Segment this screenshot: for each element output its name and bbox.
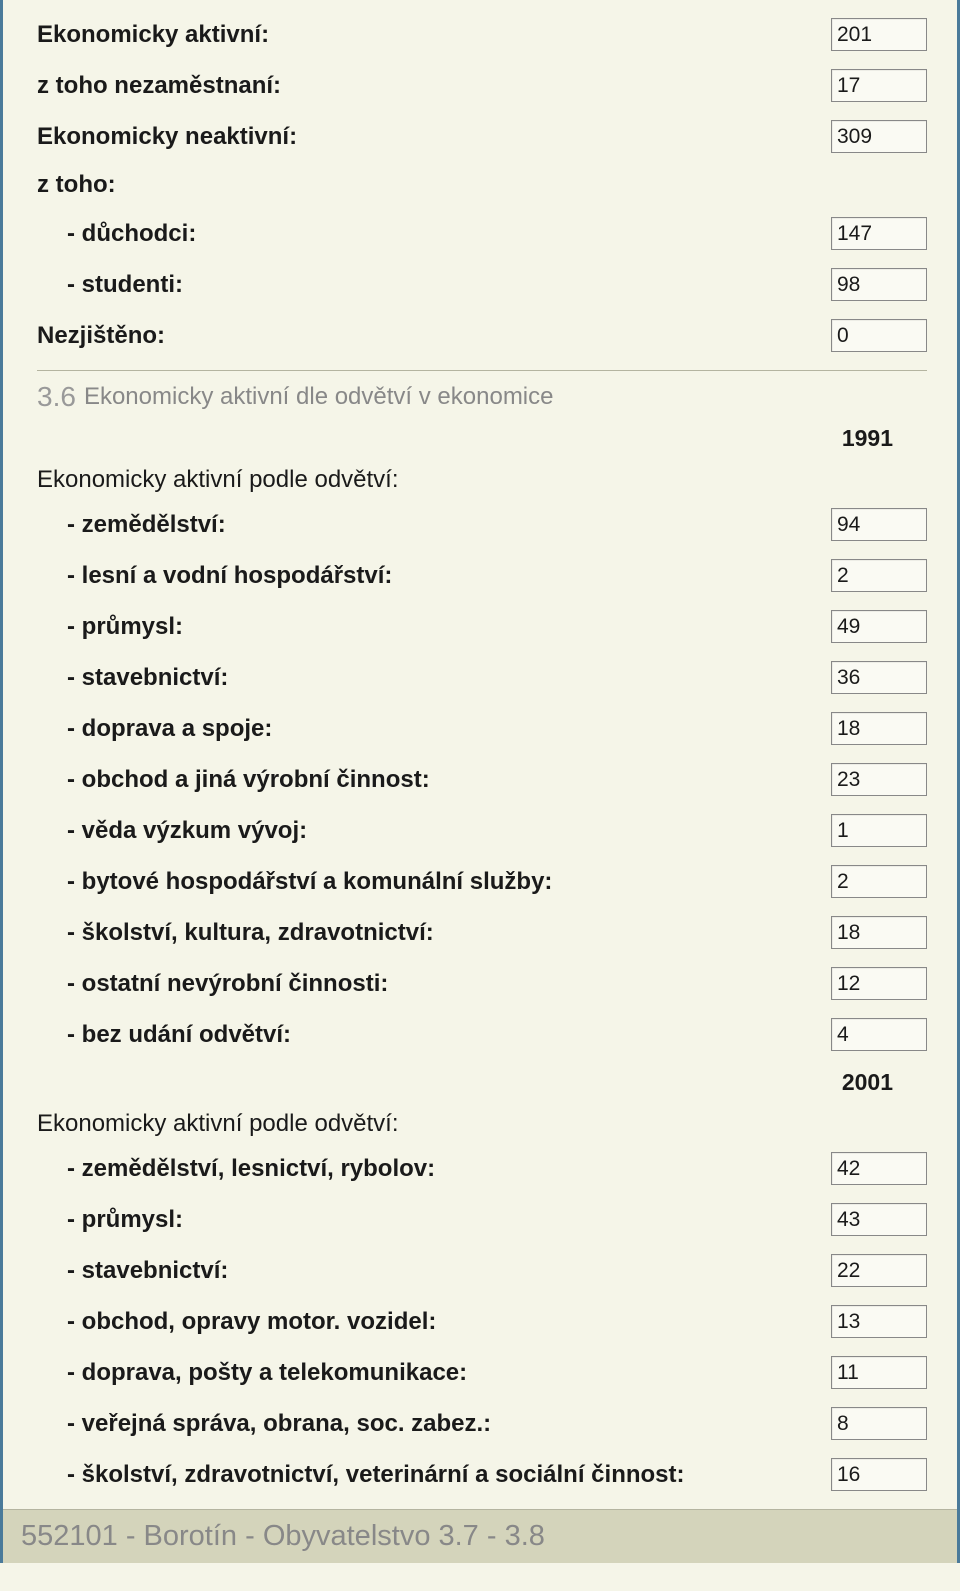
row-label: - školství, zdravotnictví, veterinární a… [37, 1461, 685, 1489]
section-heading: 3.6 Ekonomicky aktivní dle odvětví v eko… [37, 370, 927, 419]
subheading-2: Ekonomicky aktivní podle odvětví: [37, 1110, 399, 1138]
row-label: - obchod a jiná výrobní činnost: [37, 766, 430, 794]
year-1991: 1991 [37, 425, 927, 452]
data-row: - obchod a jiná výrobní činnost: 23 [37, 763, 927, 796]
subheading-row: Ekonomicky aktivní podle odvětví: [37, 466, 927, 494]
data-row: - školství, zdravotnictví, veterinární a… [37, 1458, 927, 1491]
row-label: z toho nezaměstnaní: [37, 72, 281, 100]
subheading-1: Ekonomicky aktivní podle odvětví: [37, 466, 399, 494]
value-box: 13 [831, 1305, 927, 1338]
value-box: 49 [831, 610, 927, 643]
value-box: 98 [831, 268, 927, 301]
data-row: - stavebnictví: 22 [37, 1254, 927, 1287]
value-box: 2 [831, 559, 927, 592]
data-row: Nezjištěno: 0 [37, 319, 927, 352]
row-label: Nezjištěno: [37, 322, 165, 350]
row-label: - doprava a spoje: [37, 715, 272, 743]
row-label: - doprava, pošty a telekomunikace: [37, 1359, 467, 1387]
page-container: Ekonomicky aktivní:201z toho nezaměstnan… [0, 0, 960, 1563]
value-box: 42 [831, 1152, 927, 1185]
row-label: - stavebnictví: [37, 664, 228, 692]
data-row: - bytové hospodářství a komunální služby… [37, 865, 927, 898]
row-label: - ostatní nevýrobní činnosti: [37, 970, 388, 998]
row-label: - bytové hospodářství a komunální služby… [37, 868, 552, 896]
value-box: 18 [831, 916, 927, 949]
data-row: - doprava, pošty a telekomunikace: 11 [37, 1356, 927, 1389]
row-label: - lesní a vodní hospodářství: [37, 562, 392, 590]
data-row: z toho nezaměstnaní: 17 [37, 69, 927, 102]
data-row: - studenti: 98 [37, 268, 927, 301]
row-label: Ekonomicky aktivní: [37, 21, 269, 49]
value-box: 94 [831, 508, 927, 541]
row-label: z toho: [37, 171, 116, 199]
value-box: 17 [831, 69, 927, 102]
data-row: - zemědělství, lesnictví, rybolov: 42 [37, 1152, 927, 1185]
value-box: 22 [831, 1254, 927, 1287]
data-row: - ostatní nevýrobní činnosti: 12 [37, 967, 927, 1000]
value-box: 43 [831, 1203, 927, 1236]
row-label: - stavebnictví: [37, 1257, 228, 1285]
data-row: - bez udání odvětví: 4 [37, 1018, 927, 1051]
data-row: - veřejná správa, obrana, soc. zabez.: 8 [37, 1407, 927, 1440]
data-row: - důchodci: 147 [37, 217, 927, 250]
row-label: - školství, kultura, zdravotnictví: [37, 919, 434, 947]
row-label: - průmysl: [37, 1206, 183, 1234]
value-box: 18 [831, 712, 927, 745]
row-label: - průmysl: [37, 613, 183, 641]
content: Ekonomicky aktivní:201z toho nezaměstnan… [3, 0, 957, 1491]
value-box: 23 [831, 763, 927, 796]
section-title: Ekonomicky aktivní dle odvětví v ekonomi… [84, 383, 554, 411]
row-label: - studenti: [37, 271, 183, 299]
section-number: 3.6 [37, 381, 76, 413]
data-row: - věda výzkum vývoj: 1 [37, 814, 927, 847]
value-box: 16 [831, 1458, 927, 1491]
data-row: Ekonomicky aktivní: 201 [37, 18, 927, 51]
value-box: 11 [831, 1356, 927, 1389]
row-label: - obchod, opravy motor. vozidel: [37, 1308, 436, 1336]
footer-band: 552101 - Borotín - Obyvatelstvo 3.7 - 3.… [3, 1509, 957, 1563]
row-label: - zemědělství, lesnictví, rybolov: [37, 1155, 435, 1183]
value-box: 12 [831, 967, 927, 1000]
value-box: 36 [831, 661, 927, 694]
data-row: - průmysl: 43 [37, 1203, 927, 1236]
data-row: - zemědělství: 94 [37, 508, 927, 541]
value-box: 1 [831, 814, 927, 847]
data-row: - stavebnictví: 36 [37, 661, 927, 694]
value-box: 309 [831, 120, 927, 153]
row-label: - zemědělství: [37, 511, 226, 539]
year-2001: 2001 [37, 1069, 927, 1096]
data-row: Ekonomicky neaktivní: 309 [37, 120, 927, 153]
subheading-row: Ekonomicky aktivní podle odvětví: [37, 1110, 927, 1138]
data-row: - obchod, opravy motor. vozidel: 13 [37, 1305, 927, 1338]
value-box: 0 [831, 319, 927, 352]
value-box: 201 [831, 18, 927, 51]
data-row: - průmysl: 49 [37, 610, 927, 643]
row-label: - důchodci: [37, 220, 196, 248]
row-label: Ekonomicky neaktivní: [37, 123, 297, 151]
data-row: - doprava a spoje: 18 [37, 712, 927, 745]
data-row: z toho: [37, 171, 927, 199]
value-box: 4 [831, 1018, 927, 1051]
value-box: 8 [831, 1407, 927, 1440]
row-label: - bez udání odvětví: [37, 1021, 291, 1049]
value-box: 2 [831, 865, 927, 898]
value-box: 147 [831, 217, 927, 250]
data-row: - školství, kultura, zdravotnictví: 18 [37, 916, 927, 949]
row-label: - věda výzkum vývoj: [37, 817, 307, 845]
data-row: - lesní a vodní hospodářství: 2 [37, 559, 927, 592]
row-label: - veřejná správa, obrana, soc. zabez.: [37, 1410, 491, 1438]
